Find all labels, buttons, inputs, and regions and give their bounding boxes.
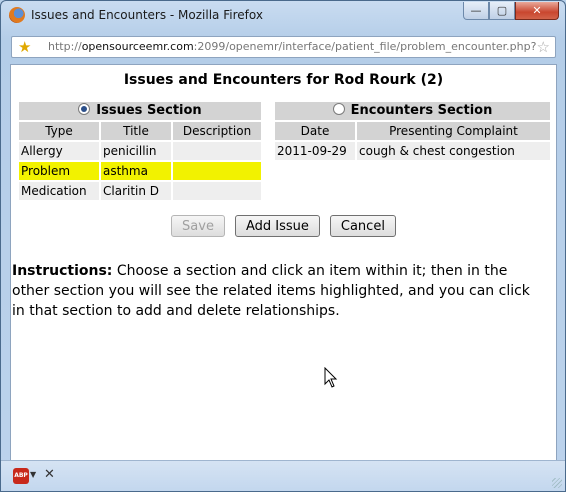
button-row: Save Add Issue Cancel	[11, 215, 556, 237]
issue-row[interactable]: Medication Claritin D	[19, 182, 261, 200]
status-bar: ABP ▼ ✕	[1, 460, 565, 491]
issue-title: asthma	[101, 162, 171, 180]
window-controls: — ▢ ✕	[463, 2, 559, 20]
site-identity-icon[interactable]: ★	[18, 38, 31, 56]
encounter-row[interactable]: 2011-09-29 cough & chest congestion	[275, 142, 550, 160]
page-title: Issues and Encounters for Rod Rourk (2)	[123, 72, 444, 88]
chevron-down-icon[interactable]: ▼	[30, 470, 36, 479]
browser-window: Issues and Encounters - Mozilla Firefox …	[0, 0, 566, 492]
encounters-section-header[interactable]: Encounters Section	[275, 102, 550, 120]
adblock-plus-icon[interactable]: ABP	[13, 468, 29, 484]
issues-radio[interactable]	[78, 103, 91, 115]
url-path: :2099/openemr/interface/patient_file/pro…	[193, 40, 536, 53]
issues-section-header[interactable]: Issues Section	[19, 102, 261, 120]
instructions-label: Instructions:	[12, 263, 113, 279]
issue-title: Claritin D	[101, 182, 171, 200]
window-title: Issues and Encounters - Mozilla Firefox	[31, 8, 263, 22]
resize-grip[interactable]	[552, 478, 562, 488]
add-issue-button[interactable]: Add Issue	[234, 215, 320, 237]
col-description: Description	[173, 122, 261, 140]
issue-type: Problem	[19, 162, 99, 180]
col-date: Date	[275, 122, 355, 140]
issue-description	[173, 182, 261, 200]
instructions: Instructions: Choose a section and click…	[12, 261, 542, 321]
encounter-date: 2011-09-29	[275, 142, 355, 160]
issues-section-title: Issues Section	[96, 103, 202, 118]
maximize-button[interactable]: ▢	[489, 2, 515, 20]
issue-description	[173, 142, 261, 160]
firefox-icon	[9, 7, 25, 23]
encounters-section-title: Encounters Section	[350, 103, 493, 118]
address-bar[interactable]: ★ http://opensourceemr.com:2099/openemr/…	[11, 36, 556, 58]
col-type: Type	[19, 122, 99, 140]
encounter-complaint: cough & chest congestion	[357, 142, 550, 160]
issue-title: penicillin	[101, 142, 171, 160]
close-icon[interactable]: ✕	[44, 467, 55, 482]
issues-table: Issues Section Type Title Description Al…	[17, 100, 263, 202]
bookmark-star-icon[interactable]: ☆	[537, 38, 550, 56]
issue-row-highlighted[interactable]: Problem asthma	[19, 162, 261, 180]
issue-type: Allergy	[19, 142, 99, 160]
issue-type: Medication	[19, 182, 99, 200]
minimize-button[interactable]: —	[463, 2, 489, 20]
encounters-radio[interactable]	[332, 103, 345, 115]
col-presenting-complaint: Presenting Complaint	[357, 122, 550, 140]
save-button[interactable]: Save	[171, 215, 225, 237]
issue-description	[173, 162, 261, 180]
issue-row[interactable]: Allergy penicillin	[19, 142, 261, 160]
url-text[interactable]: http://opensourceemr.com:2099/openemr/in…	[48, 40, 536, 53]
page-content: Issues and Encounters for Rod Rourk (2) …	[10, 64, 557, 462]
title-bar[interactable]: Issues and Encounters - Mozilla Firefox …	[1, 1, 565, 31]
close-button[interactable]: ✕	[515, 2, 559, 20]
url-domain: opensourceemr.com	[81, 40, 194, 53]
cancel-button[interactable]: Cancel	[329, 215, 396, 237]
col-title: Title	[101, 122, 171, 140]
url-prefix: http://	[48, 40, 82, 53]
mouse-pointer-icon	[324, 367, 338, 388]
encounters-table: Encounters Section Date Presenting Compl…	[273, 100, 552, 162]
